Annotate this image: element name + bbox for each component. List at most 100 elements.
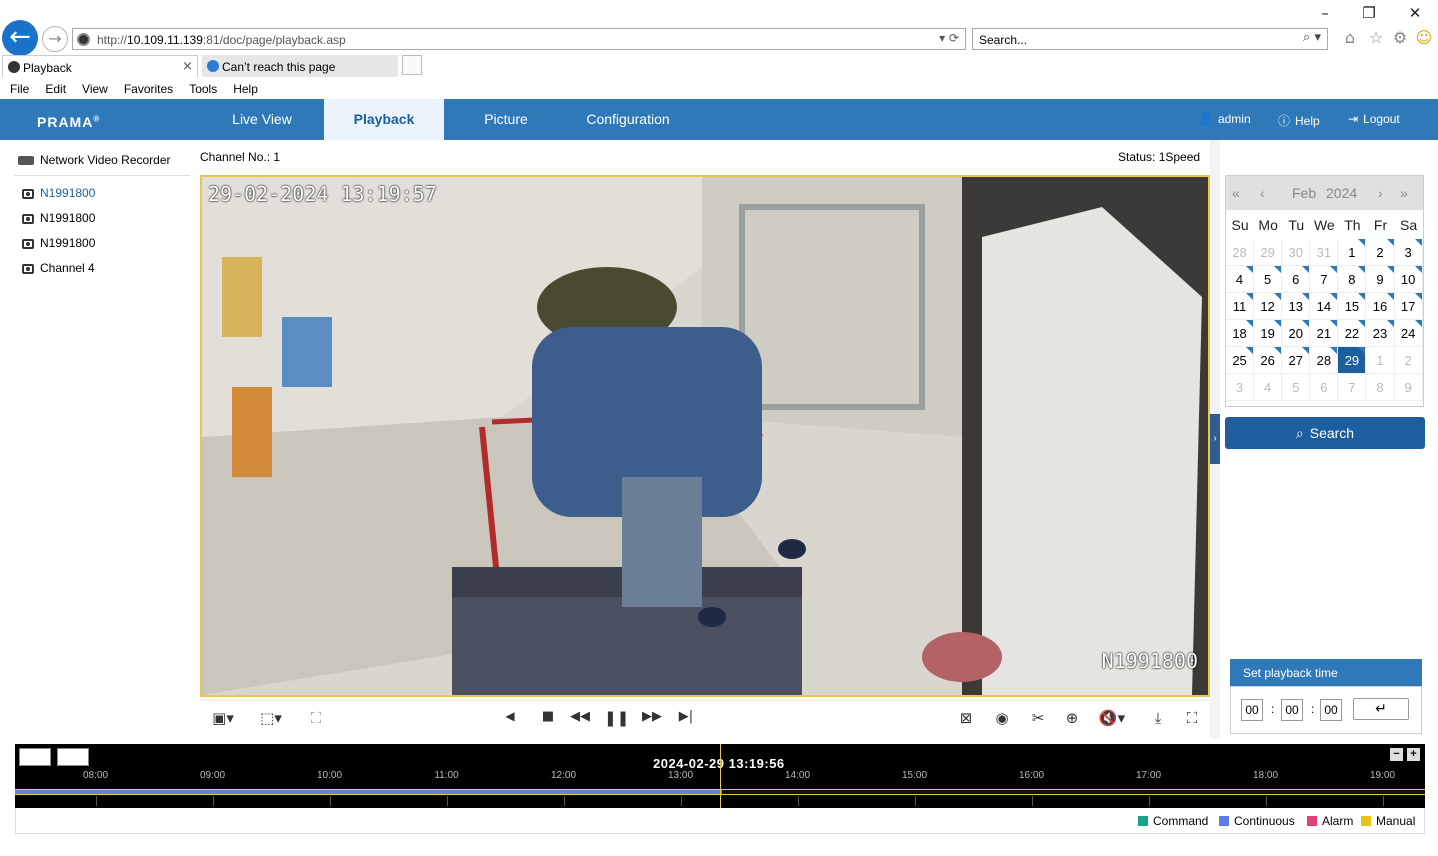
calendar-day-other[interactable]: 4 (1254, 374, 1283, 401)
stream-select-icon[interactable]: ⬚▾ (254, 709, 288, 729)
calendar-day-other[interactable]: 1 (1366, 347, 1395, 374)
calendar-day-other[interactable]: 31 (1310, 239, 1339, 266)
calendar-day-other[interactable]: 7 (1338, 374, 1367, 401)
logout-link[interactable]: ⇥ Logout (1348, 112, 1400, 126)
calendar-day-other[interactable]: 30 (1282, 239, 1311, 266)
calendar-day[interactable]: 22 (1338, 320, 1367, 347)
tab-playback[interactable]: Playback × (2, 55, 198, 77)
stop-icon[interactable]: ■ (536, 709, 560, 729)
calendar-day[interactable]: 10 (1394, 266, 1423, 293)
home-icon[interactable]: ⌂ (1340, 28, 1360, 50)
calendar-day[interactable]: 13 (1282, 293, 1311, 320)
restore-icon[interactable]: ❐ (1356, 4, 1382, 24)
user-menu[interactable]: 👤 admin (1198, 112, 1251, 126)
tree-root-nvr[interactable]: Network Video Recorder (18, 153, 171, 167)
calendar-day[interactable]: 4 (1226, 266, 1255, 293)
settings-gear-icon[interactable]: ⚙ (1390, 28, 1410, 50)
tree-channel-1[interactable]: N1991800 (22, 186, 95, 200)
back-arrow-icon[interactable]: ← (2, 20, 38, 56)
new-tab-icon[interactable] (402, 55, 422, 75)
tab-cant-reach[interactable]: Can’t reach this page (202, 55, 398, 77)
calendar-day[interactable]: 6 (1282, 266, 1311, 293)
minute-input[interactable]: 00 (1281, 699, 1303, 721)
smiley-feedback-icon[interactable]: ☺ (1414, 28, 1434, 50)
calendar-day[interactable]: 20 (1282, 320, 1311, 347)
second-input[interactable]: 00 (1320, 699, 1342, 721)
single-frame-icon[interactable]: ▶| (674, 709, 698, 729)
calendar-day-other[interactable]: 8 (1366, 374, 1395, 401)
digital-zoom-off-icon[interactable]: ⛶ (304, 709, 328, 729)
calendar-day[interactable]: 21 (1310, 320, 1339, 347)
tree-channel-3[interactable]: N1991800 (22, 236, 95, 250)
search-icon[interactable]: ⌕ ▾ (1303, 30, 1321, 45)
calendar-day[interactable]: 18 (1226, 320, 1255, 347)
timeline-cursor[interactable] (720, 744, 721, 808)
calendar-day[interactable]: 28 (1310, 347, 1339, 374)
calendar-day-other[interactable]: 28 (1226, 239, 1255, 266)
clip-scissors-icon[interactable]: ✂ (1026, 709, 1050, 729)
zoom-icon[interactable]: ⊕ (1060, 709, 1084, 729)
pause-icon[interactable]: ❚❚ (604, 709, 629, 729)
calendar-day[interactable]: 27 (1282, 347, 1311, 374)
menu-help[interactable]: Help (233, 82, 258, 96)
nav-configuration[interactable]: Configuration (568, 99, 688, 140)
hour-input[interactable]: 00 (1241, 699, 1263, 721)
help-link[interactable]: ⓘ Help (1278, 112, 1320, 129)
calendar-day[interactable]: 7 (1310, 266, 1339, 293)
browser-search-input[interactable]: Search... ⌕ ▾ (972, 28, 1328, 50)
tree-channel-2[interactable]: N1991800 (22, 211, 95, 225)
next-year-icon[interactable]: » (1400, 185, 1408, 201)
calendar-day[interactable]: 12 (1254, 293, 1283, 320)
menu-file[interactable]: File (10, 82, 29, 96)
calendar-day-other[interactable]: 6 (1310, 374, 1339, 401)
calendar-day[interactable]: 19 (1254, 320, 1283, 347)
calendar-day[interactable]: 11 (1226, 293, 1255, 320)
close-tab-icon[interactable]: × (182, 59, 193, 74)
calendar-day[interactable]: 5 (1254, 266, 1283, 293)
search-button[interactable]: ⌕ Search (1225, 417, 1425, 449)
calendar-day[interactable]: 9 (1366, 266, 1395, 293)
timeline-zoom-out-icon[interactable]: − (1390, 748, 1403, 761)
calendar-day[interactable]: 26 (1254, 347, 1283, 374)
calendar-day[interactable]: 8 (1338, 266, 1367, 293)
calendar-day[interactable]: 24 (1394, 320, 1423, 347)
reverse-play-icon[interactable]: ◀ (498, 709, 522, 729)
calendar-day[interactable]: 15 (1338, 293, 1367, 320)
collapse-panel-icon[interactable]: › (1210, 414, 1220, 464)
nav-picture[interactable]: Picture (444, 99, 568, 140)
nav-playback[interactable]: Playback (324, 99, 444, 140)
slow-forward-icon[interactable]: ◀◀ (568, 709, 592, 729)
menu-edit[interactable]: Edit (45, 82, 66, 96)
capture-snapshot-icon[interactable]: ◉ (990, 709, 1014, 729)
favorites-star-icon[interactable]: ☆ (1366, 28, 1386, 50)
calendar-day-other[interactable]: 9 (1394, 374, 1423, 401)
close-window-icon[interactable]: ✕ (1402, 4, 1428, 24)
calendar-day-other[interactable]: 2 (1394, 347, 1423, 374)
fullscreen-icon[interactable]: ⛶ (1180, 709, 1204, 729)
menu-favorites[interactable]: Favorites (124, 82, 173, 96)
download-icon[interactable]: ⤓ (1146, 709, 1170, 729)
stop-all-recording-icon[interactable]: ⊠ (954, 709, 978, 729)
fast-forward-icon[interactable]: ▶▶ (640, 709, 664, 729)
calendar-day[interactable]: 3 (1394, 239, 1423, 266)
menu-view[interactable]: View (82, 82, 108, 96)
audio-mute-icon[interactable]: 🔇▾ (1094, 709, 1130, 729)
timeline-sync-icon[interactable] (19, 748, 51, 766)
video-player[interactable]: 29-02-2024 13:19:57 N1991800 (200, 175, 1210, 697)
next-month-icon[interactable]: › (1378, 185, 1383, 201)
calendar-day[interactable]: 25 (1226, 347, 1255, 374)
calendar-day[interactable]: 16 (1366, 293, 1395, 320)
prev-month-icon[interactable]: ‹ (1260, 185, 1265, 201)
calendar-day[interactable]: 23 (1366, 320, 1395, 347)
address-bar[interactable]: http://10.109.11.139:81/doc/page/playbac… (72, 28, 966, 50)
calendar-day[interactable]: 17 (1394, 293, 1423, 320)
timeline-options-icon[interactable] (57, 748, 89, 766)
enter-return-icon[interactable]: ↵ (1353, 698, 1409, 720)
calendar-day-other[interactable]: 29 (1254, 239, 1283, 266)
calendar-day-other[interactable]: 5 (1282, 374, 1311, 401)
timeline-zoom-in-icon[interactable]: + (1407, 748, 1420, 761)
calendar-day[interactable]: 2 (1366, 239, 1395, 266)
tree-channel-4[interactable]: Channel 4 (22, 261, 95, 275)
calendar-day[interactable]: 1 (1338, 239, 1367, 266)
forward-arrow-icon[interactable]: → (42, 26, 68, 52)
